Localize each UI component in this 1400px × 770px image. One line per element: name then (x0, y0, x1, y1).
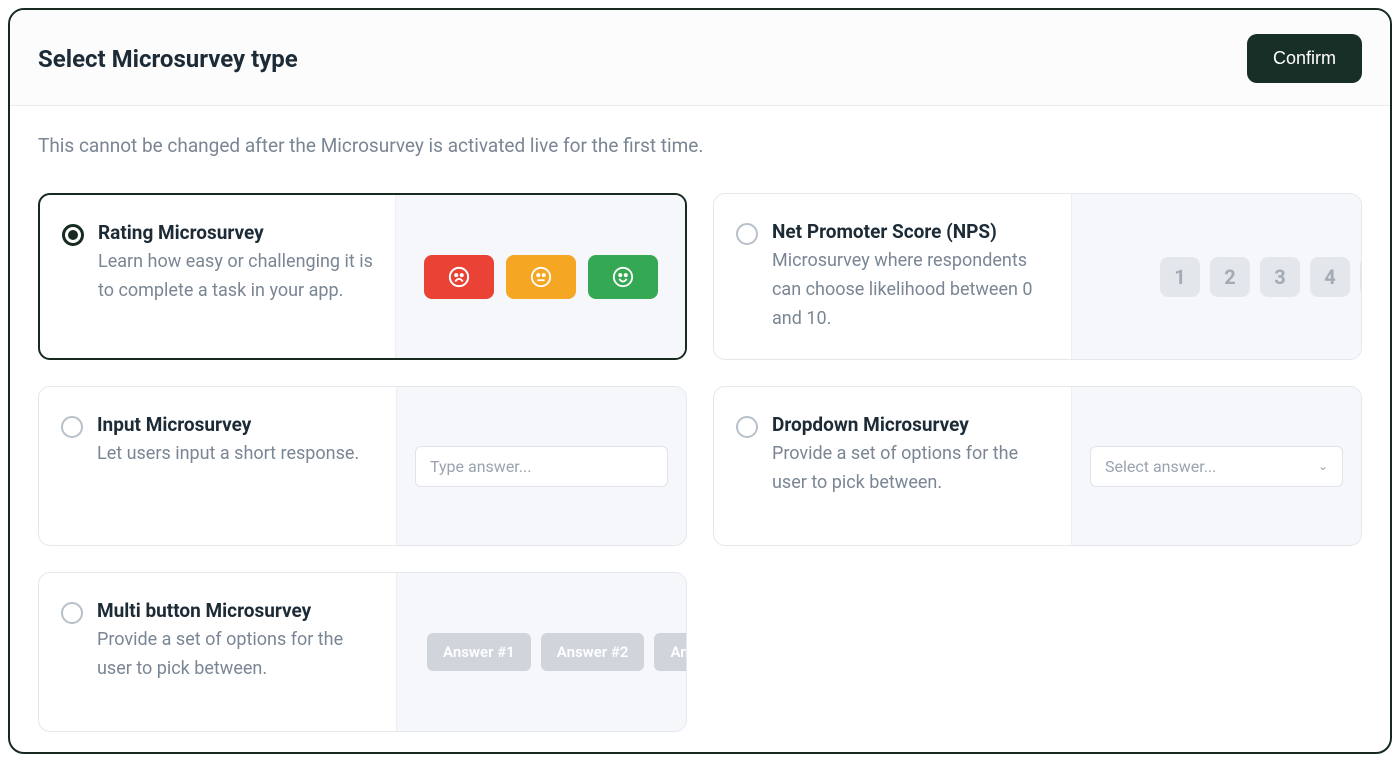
nps-button-5: 5 (1360, 257, 1361, 297)
nps-button-3: 3 (1260, 257, 1300, 297)
nps-button-4: 4 (1310, 257, 1350, 297)
modal-header: Select Microsurvey type Confirm (10, 10, 1390, 106)
option-multi[interactable]: Multi button Microsurvey Provide a set o… (38, 572, 687, 732)
warning-text: This cannot be changed after the Microsu… (38, 134, 1362, 157)
rating-happy-icon (588, 255, 658, 299)
nps-button-1: 1 (1160, 257, 1200, 297)
nps-button-2: 2 (1210, 257, 1250, 297)
option-input-title: Input Microsurvey (97, 413, 359, 436)
option-rating-preview (395, 195, 685, 358)
rating-sad-icon (424, 255, 494, 299)
modal-body: This cannot be changed after the Microsu… (10, 106, 1390, 754)
dropdown-placeholder: Select answer... (1105, 457, 1216, 476)
option-nps-preview: 1 2 3 4 5 6 7 (1071, 194, 1361, 359)
confirm-button[interactable]: Confirm (1247, 34, 1362, 83)
option-rating-left: Rating Microsurvey Learn how easy or cha… (40, 195, 395, 358)
option-grid: Rating Microsurvey Learn how easy or cha… (38, 193, 1362, 732)
option-nps-title: Net Promoter Score (NPS) (772, 220, 1051, 243)
option-input-desc: Let users input a short response. (97, 440, 359, 469)
option-multi-desc: Provide a set of options for the user to… (97, 626, 376, 684)
rating-neutral-icon (506, 255, 576, 299)
multi-row: Answer #1 Answer #2 Ans (415, 633, 668, 671)
radio-selected-icon (62, 224, 84, 246)
option-rating[interactable]: Rating Microsurvey Learn how easy or cha… (38, 193, 687, 360)
option-dropdown-desc: Provide a set of options for the user to… (772, 440, 1051, 498)
multi-answer-1: Answer #1 (427, 633, 531, 671)
option-nps-desc: Microsurvey where respondents can choose… (772, 247, 1051, 333)
option-multi-title: Multi button Microsurvey (97, 599, 376, 622)
radio-unselected-icon (61, 602, 83, 624)
option-input-preview: Type answer... (396, 387, 686, 545)
input-placeholder: Type answer... (415, 446, 668, 487)
option-dropdown-left: Dropdown Microsurvey Provide a set of op… (714, 387, 1071, 545)
page-title: Select Microsurvey type (38, 45, 298, 73)
radio-unselected-icon (736, 223, 758, 245)
option-dropdown-preview: Select answer... ⌄ (1071, 387, 1361, 545)
option-dropdown[interactable]: Dropdown Microsurvey Provide a set of op… (713, 386, 1362, 546)
option-rating-title: Rating Microsurvey (98, 221, 375, 244)
chevron-down-icon: ⌄ (1318, 459, 1328, 473)
select-type-modal: Select Microsurvey type Confirm This can… (8, 8, 1392, 754)
option-input-left: Input Microsurvey Let users input a shor… (39, 387, 396, 545)
option-rating-desc: Learn how easy or challenging it is to c… (98, 248, 375, 306)
radio-unselected-icon (736, 416, 758, 438)
option-nps-left: Net Promoter Score (NPS) Microsurvey whe… (714, 194, 1071, 359)
option-nps[interactable]: Net Promoter Score (NPS) Microsurvey whe… (713, 193, 1362, 360)
option-dropdown-title: Dropdown Microsurvey (772, 413, 1051, 436)
dropdown-placeholder-box: Select answer... ⌄ (1090, 446, 1343, 487)
radio-unselected-icon (61, 416, 83, 438)
option-multi-left: Multi button Microsurvey Provide a set o… (39, 573, 396, 731)
nps-row: 1 2 3 4 5 6 7 (1090, 257, 1361, 297)
option-input[interactable]: Input Microsurvey Let users input a shor… (38, 386, 687, 546)
multi-answer-2: Answer #2 (541, 633, 645, 671)
rating-row (424, 255, 658, 299)
option-multi-preview: Answer #1 Answer #2 Ans (396, 573, 686, 731)
multi-answer-3: Ans (654, 633, 686, 671)
